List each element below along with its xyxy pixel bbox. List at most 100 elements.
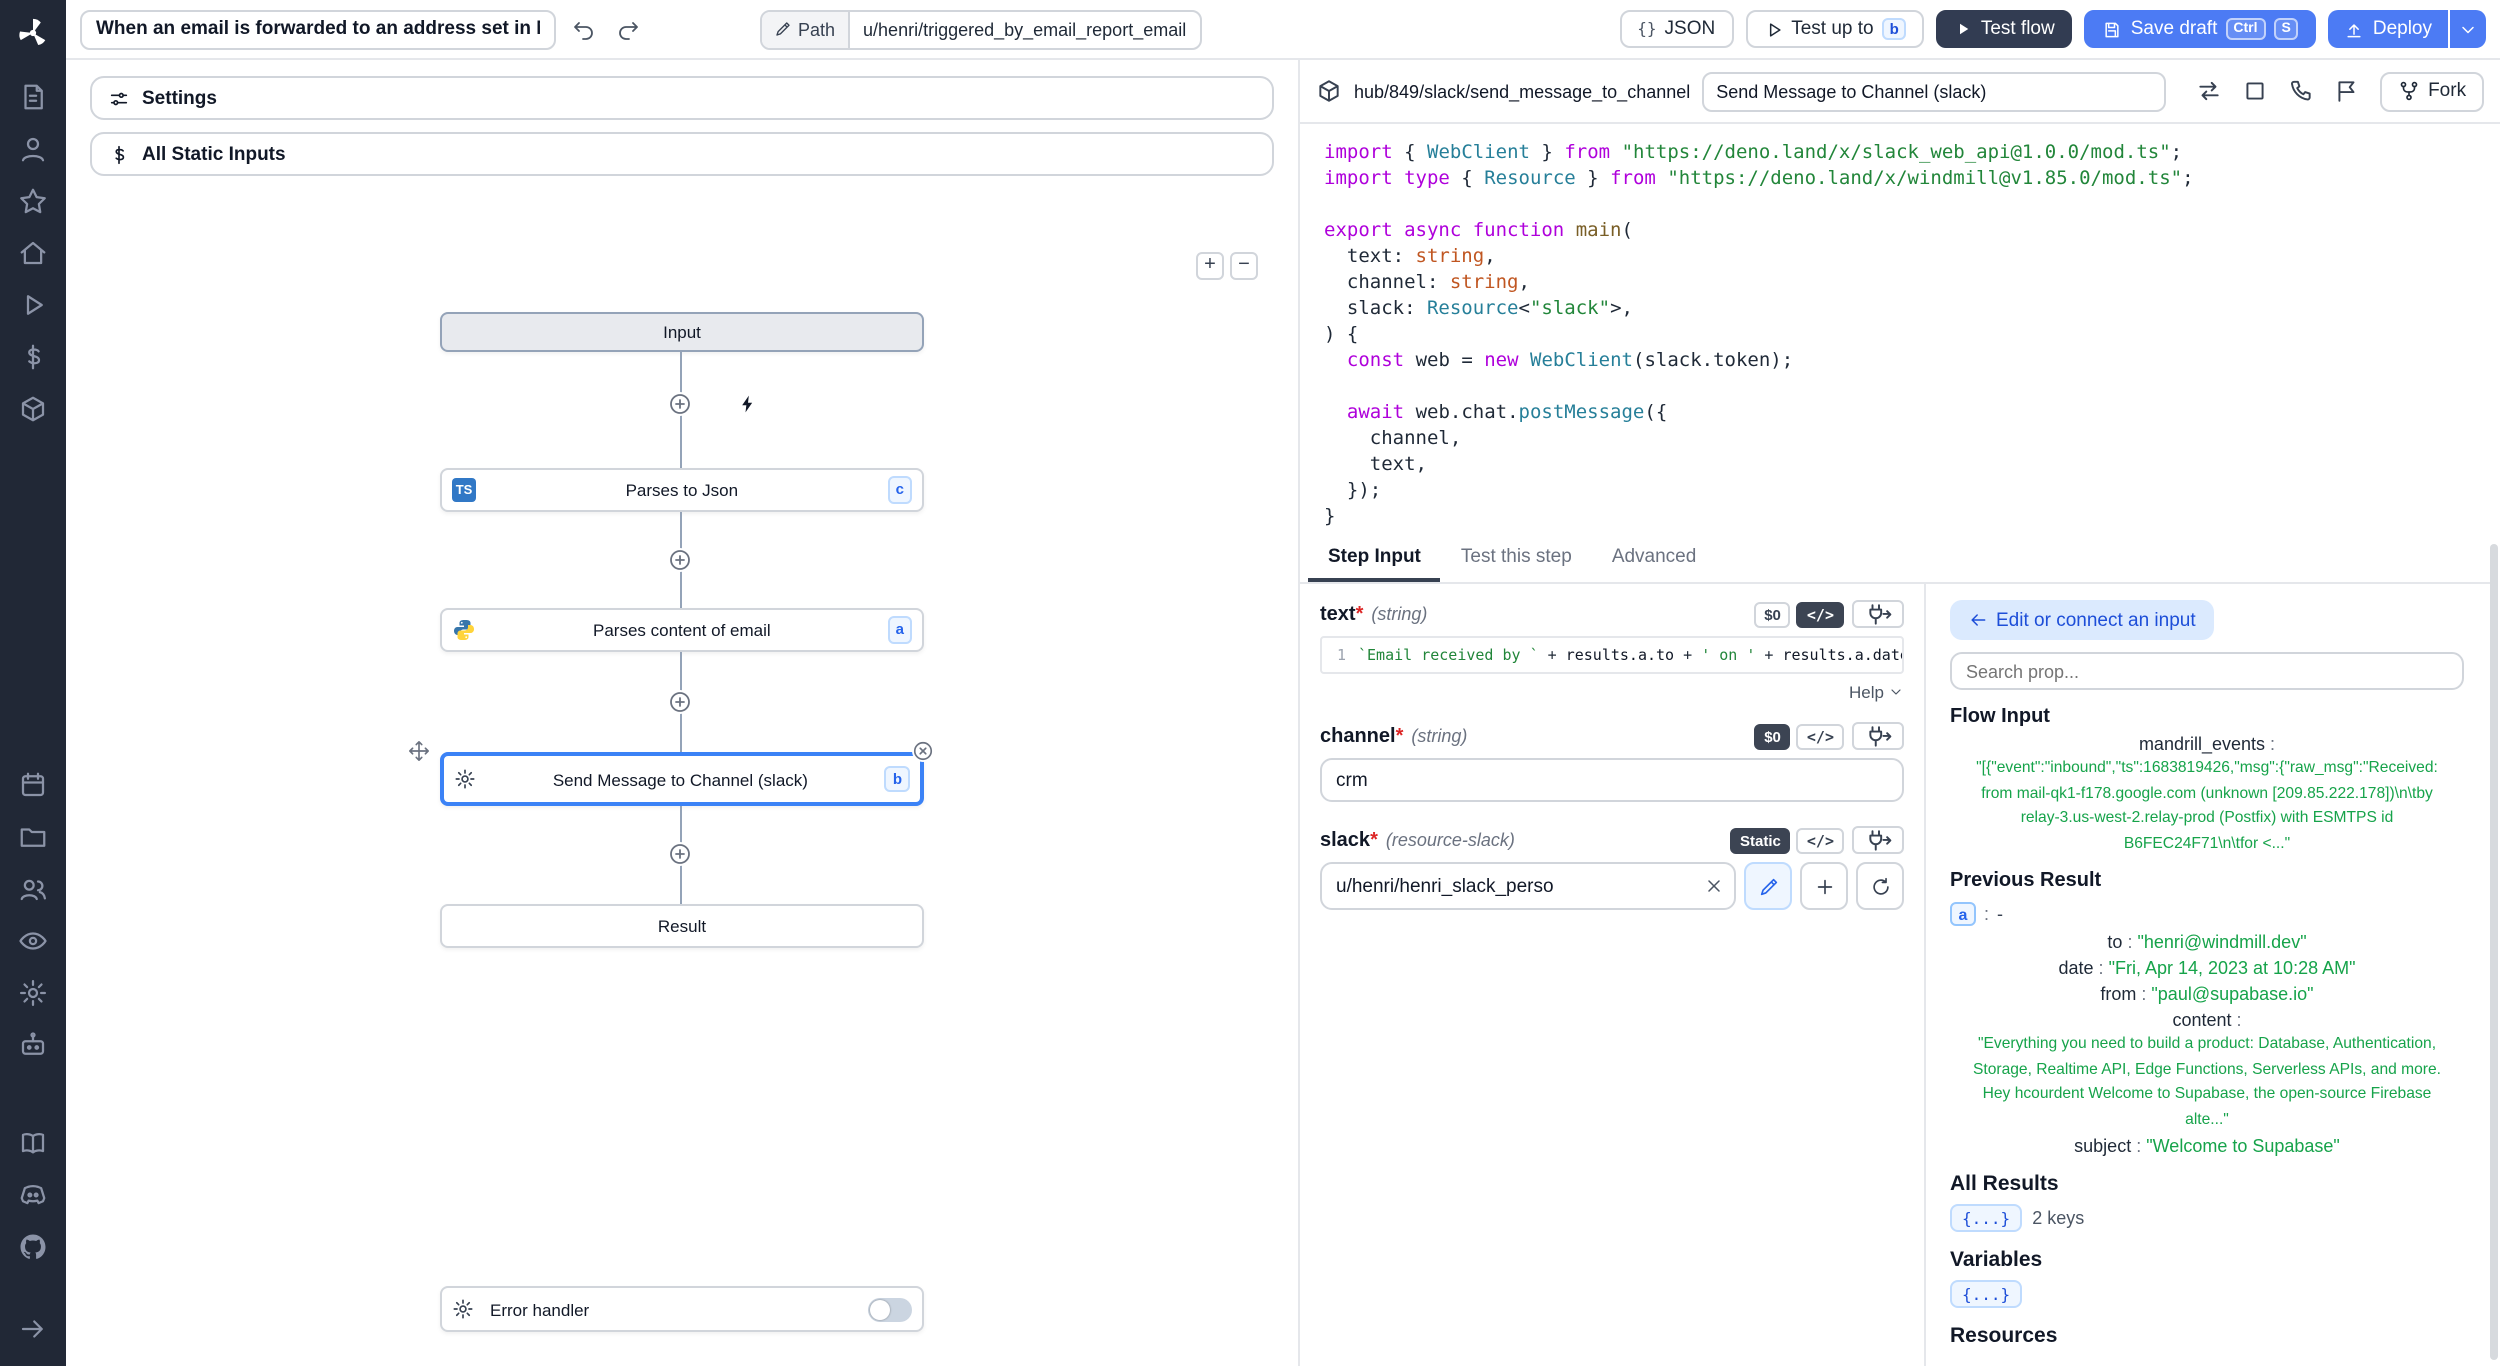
result-row-to[interactable]: to : "henri@windmill.dev" [1950, 932, 2464, 952]
fork-button[interactable]: Fork [2380, 71, 2484, 111]
undo-button[interactable] [568, 13, 600, 45]
code-line: await web.chat.postMessage({ [1324, 400, 2490, 426]
braces-icon: {} [1637, 20, 1656, 38]
sidebar-item-schedules[interactable] [18, 770, 48, 800]
channel-input[interactable] [1320, 758, 1904, 802]
content-preview-line: Storage, Realtime API, Edge Functions, S… [1950, 1057, 2464, 1080]
gear-icon [454, 768, 476, 790]
static-mode-chip[interactable]: $0 [1754, 723, 1791, 749]
plus-icon [1813, 875, 1835, 897]
result-row-subject[interactable]: subject : "Welcome to Supabase" [1950, 1136, 2464, 1156]
expand-window-button[interactable] [2240, 76, 2270, 106]
sidebar-item-github[interactable] [18, 1231, 48, 1261]
sidebar-item-settings[interactable] [18, 978, 48, 1008]
error-handler-toggle[interactable] [868, 1297, 912, 1321]
sidebar-item-runs[interactable] [18, 289, 48, 319]
flow-name-input[interactable] [80, 9, 556, 49]
sidebar-item-favorites[interactable] [18, 185, 48, 215]
code-mode-chip[interactable]: </> [1797, 601, 1844, 627]
sidebar-item-groups[interactable] [18, 874, 48, 904]
test-up-to-button[interactable]: Test up tob [1745, 10, 1925, 48]
flow-settings-button[interactable]: Settings [90, 76, 1274, 120]
phone-button[interactable] [2286, 76, 2316, 106]
redo-button[interactable] [612, 13, 644, 45]
sidebar-item-audit-logs[interactable] [18, 926, 48, 956]
error-handler-label: Error handler [490, 1299, 860, 1319]
result-row-from[interactable]: from : "paul@supabase.io" [1950, 984, 2464, 1004]
static-mode-chip[interactable]: Static [1730, 827, 1791, 853]
result-row-a[interactable]: a:- [1950, 902, 2464, 926]
path-control[interactable]: Path u/henri/triggered_by_email_report_e… [760, 9, 1202, 49]
clear-resource-icon[interactable] [1704, 876, 1724, 896]
move-node-handle[interactable] [408, 740, 430, 762]
sidebar-item-folders[interactable] [18, 822, 48, 852]
result-row-date[interactable]: date : "Fri, Apr 14, 2023 at 10:28 AM" [1950, 958, 2464, 978]
sidebar-item-home[interactable] [18, 237, 48, 267]
code-line: } [1324, 504, 2490, 530]
result-row-content[interactable]: content : [1950, 1010, 2464, 1030]
flow-input-preview-line: B6FEC24F71\n\tfor <..." [1950, 831, 2464, 854]
vertical-scrollbar[interactable] [2490, 544, 2498, 1360]
expr-help-toggle[interactable]: Help [1320, 682, 1904, 702]
json-button[interactable]: {}JSON [1619, 10, 1733, 48]
tab-advanced[interactable]: Advanced [1592, 536, 1717, 582]
sidebar-item-account[interactable] [18, 133, 48, 163]
edit-resource-button[interactable] [1744, 862, 1792, 910]
save-draft-button[interactable]: Save draftCtrlS [2085, 10, 2317, 48]
flow-node-result[interactable]: Result [440, 904, 924, 948]
delete-node-button[interactable] [912, 740, 934, 762]
windmill-logo[interactable] [16, 16, 50, 50]
flag-button[interactable] [2332, 76, 2362, 106]
sidebar-item-workers[interactable] [18, 1030, 48, 1060]
flow-node-parses-to-json[interactable]: TS Parses to Json c [440, 468, 924, 512]
static-mode-chip[interactable]: $0 [1754, 601, 1791, 627]
text-expression-editor[interactable]: 1 `Email received by ` + results.a.to + … [1320, 636, 1904, 674]
required-star: * [1370, 829, 1378, 851]
step-summary-input[interactable] [1702, 71, 2166, 111]
slack-resource-input[interactable] [1320, 862, 1736, 910]
flow-node-input[interactable]: Input [440, 312, 924, 352]
tab-step-input[interactable]: Step Input [1308, 536, 1441, 582]
deploy-button[interactable]: Deploy [2329, 10, 2448, 48]
refresh-resource-button[interactable] [1856, 862, 1904, 910]
insert-step-button[interactable] [668, 842, 692, 866]
insert-step-button[interactable] [668, 548, 692, 572]
all-static-inputs-button[interactable]: All Static Inputs [90, 132, 1274, 176]
connect-input-button[interactable] [1852, 722, 1904, 750]
flow-input-key-row[interactable]: mandrill_events : [1950, 734, 2464, 754]
all-results-badge[interactable]: {...} [1950, 1204, 2022, 1232]
flow-node-send-message-selected[interactable]: Send Message to Channel (slack) b [440, 752, 924, 806]
error-handler-node[interactable]: Error handler [440, 1286, 924, 1332]
connect-input-button[interactable] [1852, 600, 1904, 628]
test-flow-button[interactable]: Test flow [1937, 10, 2073, 48]
sidebar-item-collapse[interactable] [18, 1313, 48, 1343]
left-nav-rail [0, 0, 66, 1366]
code-mode-chip[interactable]: </> [1797, 723, 1844, 749]
variables-badge[interactable]: {...} [1950, 1280, 2022, 1308]
sidebar-item-discord[interactable] [18, 1179, 48, 1209]
zoom-out-button[interactable]: − [1230, 252, 1258, 280]
typescript-icon: TS [452, 478, 476, 502]
insert-step-button[interactable] [668, 690, 692, 714]
path-label: Path [798, 19, 835, 39]
swap-arrows-button[interactable] [2194, 76, 2224, 106]
flow-node-parses-content-of-email[interactable]: Parses content of email a [440, 608, 924, 652]
deploy-menu-button[interactable] [2450, 10, 2486, 48]
trigger-bolt-icon[interactable] [738, 394, 758, 414]
insert-step-button[interactable] [668, 392, 692, 416]
sidebar-item-resources[interactable] [18, 393, 48, 423]
code-line: const web = new WebClient(slack.token); [1324, 348, 2490, 374]
zoom-in-button[interactable]: + [1196, 252, 1224, 280]
edit-connect-input-button[interactable]: Edit or connect an input [1950, 600, 2214, 640]
tab-test-this-step[interactable]: Test this step [1441, 536, 1592, 582]
required-star: * [1396, 725, 1404, 747]
prop-search-input[interactable] [1950, 652, 2464, 690]
connect-input-button[interactable] [1852, 826, 1904, 854]
add-resource-button[interactable] [1800, 862, 1848, 910]
field-name: channel [1320, 725, 1396, 747]
code-mode-chip[interactable]: </> [1797, 827, 1844, 853]
sidebar-item-scripts[interactable] [18, 81, 48, 111]
code-editor[interactable]: import { WebClient } from "https://deno.… [1300, 124, 2490, 536]
sidebar-item-variables[interactable] [18, 341, 48, 371]
sidebar-item-docs[interactable] [18, 1127, 48, 1157]
